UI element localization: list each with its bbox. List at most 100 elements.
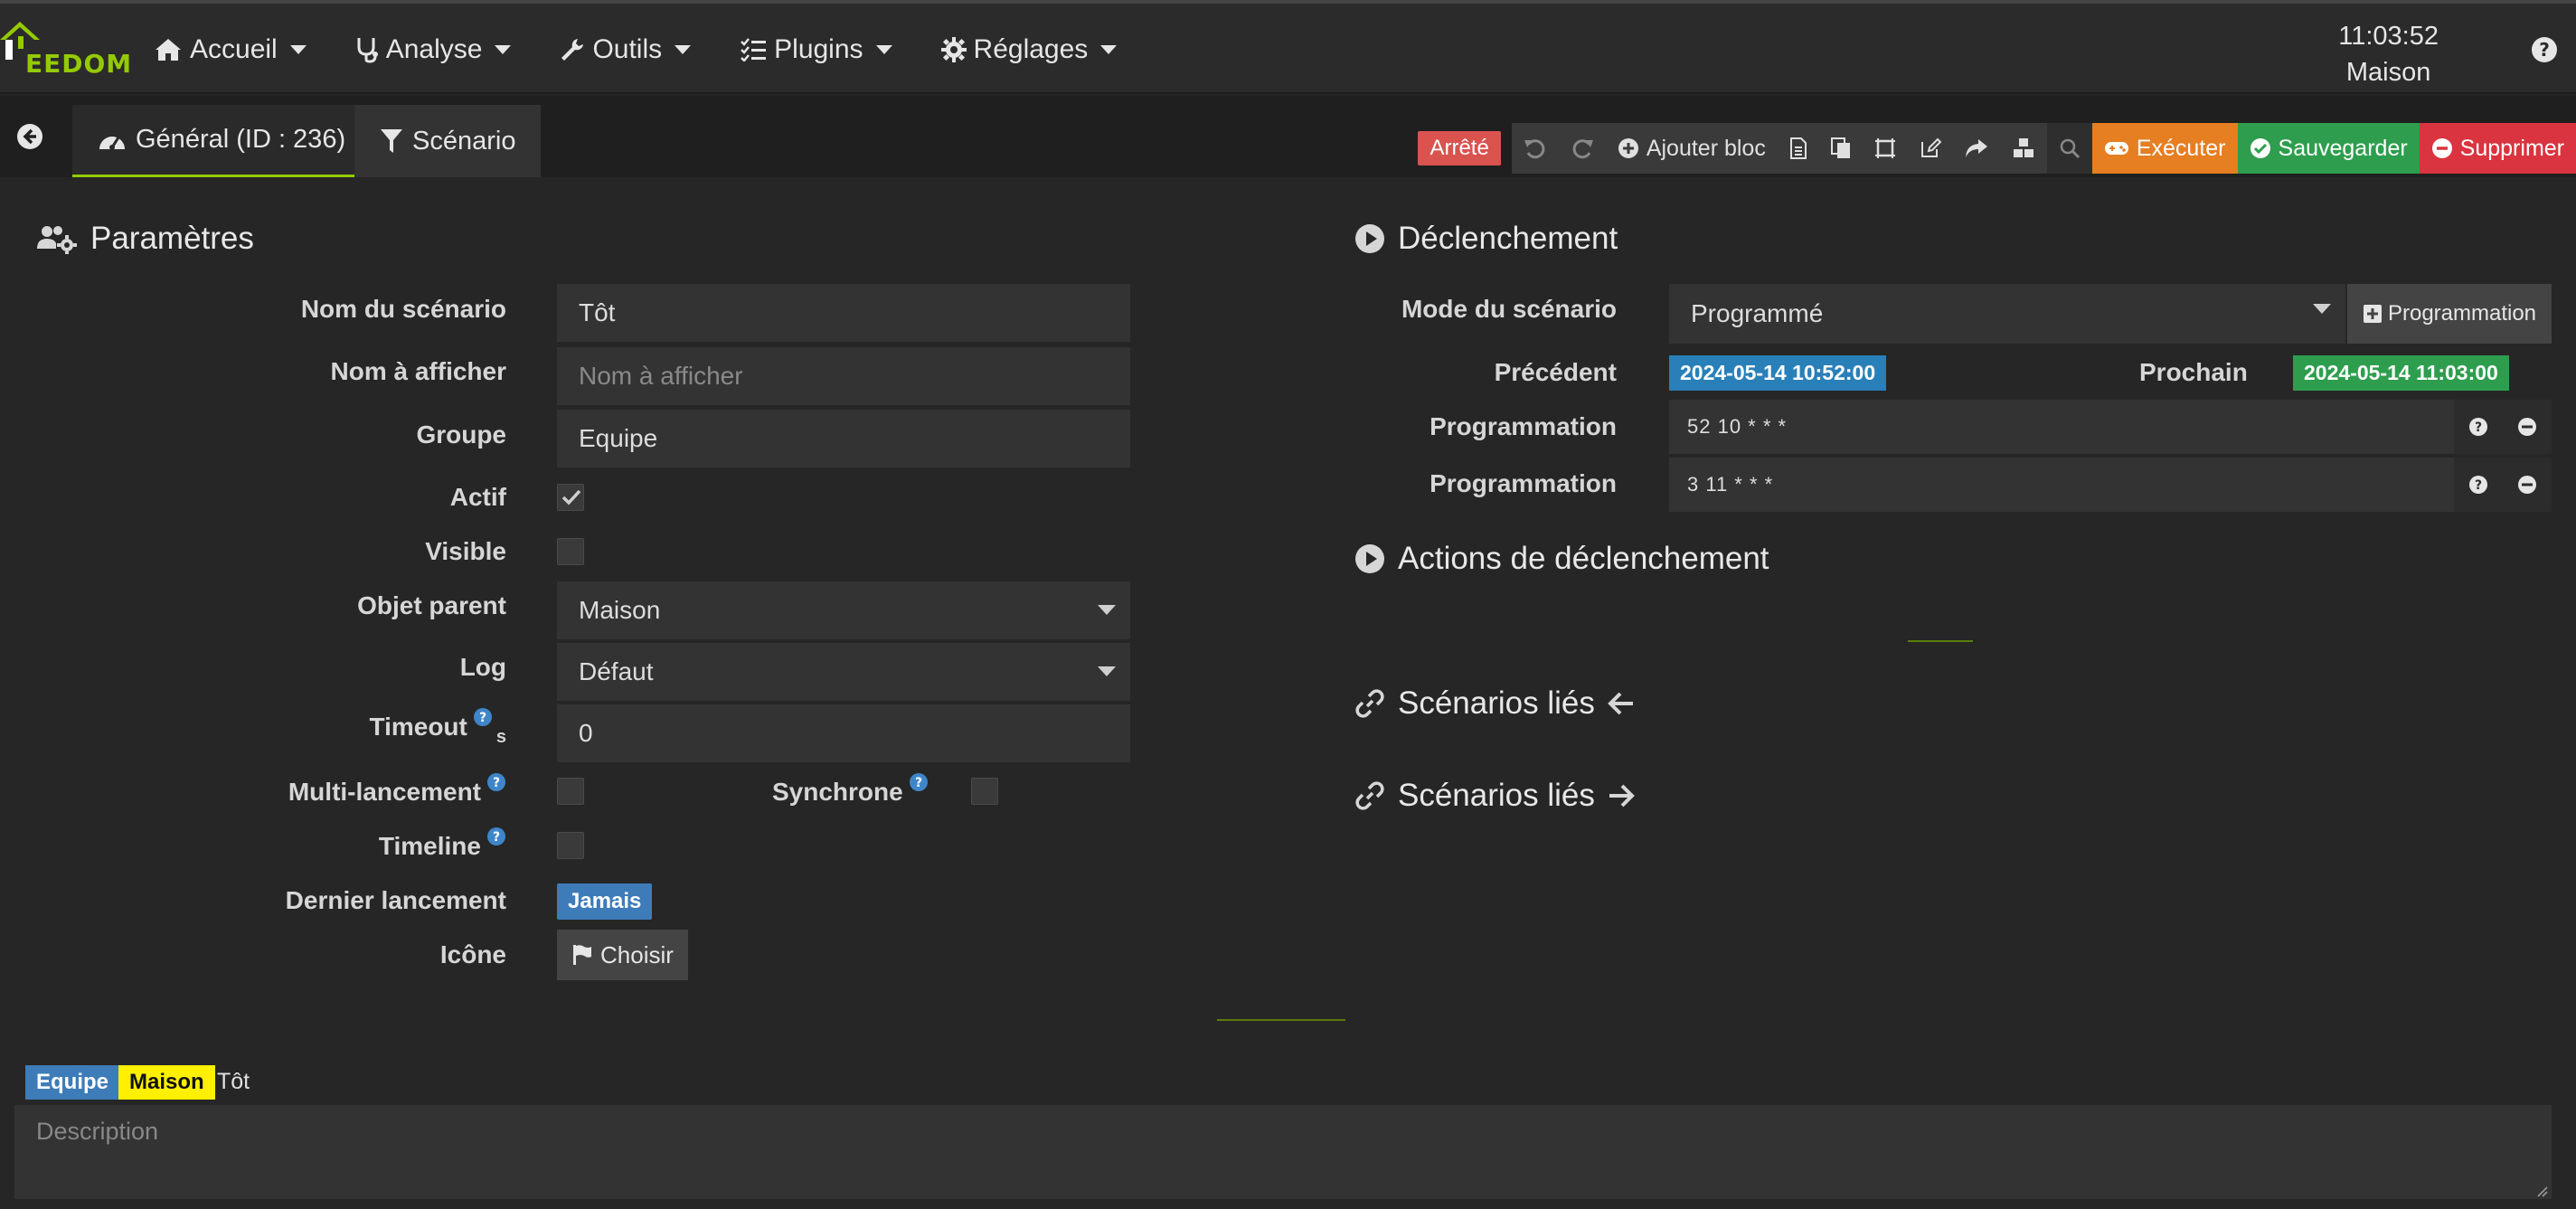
- search-group: [2046, 123, 2092, 174]
- menu-accueil[interactable]: Accueil: [154, 34, 307, 65]
- group-tag: Equipe: [25, 1065, 120, 1100]
- schedule-1-help-button[interactable]: ?: [2454, 400, 2503, 454]
- dependencies-button[interactable]: [2000, 123, 2047, 174]
- redo-button[interactable]: [1559, 123, 1606, 174]
- linked-out-title: Scénarios liés: [1398, 778, 1595, 813]
- group-input[interactable]: [557, 410, 1130, 468]
- choose-icon-label: Choisir: [600, 940, 674, 968]
- execute-button[interactable]: Exécuter: [2091, 123, 2238, 174]
- logs-button[interactable]: [1778, 123, 1819, 174]
- schedule-1-input[interactable]: 52 10 * * *: [1669, 415, 2454, 439]
- visible-checkbox[interactable]: [557, 538, 584, 565]
- last-run-badge: Jamais: [557, 883, 653, 920]
- search-button[interactable]: [2047, 123, 2092, 174]
- timeline-checkbox[interactable]: [557, 832, 584, 859]
- scenario-name-input[interactable]: [557, 284, 1130, 342]
- template-button[interactable]: [1863, 123, 1908, 174]
- multi-launch-help-icon[interactable]: ?: [486, 772, 506, 792]
- svg-text:?: ?: [2475, 420, 2482, 435]
- chevron-down-icon: [495, 45, 512, 54]
- tachometer-icon: [99, 136, 125, 150]
- menu-reglages[interactable]: Réglages: [940, 34, 1118, 65]
- menu-plugins[interactable]: Plugins: [740, 34, 892, 65]
- chevron-down-icon: [1100, 45, 1118, 54]
- scenario-mode-value: Programmé: [1691, 299, 1824, 327]
- tab-bar: Général (ID : 236) Scénario Arrêté Ajout…: [0, 96, 2576, 177]
- display-name-input[interactable]: [557, 347, 1130, 405]
- tab-scenario[interactable]: Scénario: [354, 105, 542, 177]
- timeout-input[interactable]: [557, 704, 1130, 762]
- log-value: Défaut: [579, 657, 654, 685]
- sync-label: Synchrone: [772, 778, 903, 806]
- export-button[interactable]: [1953, 123, 2000, 174]
- wrench-icon: [561, 39, 584, 61]
- scenario-name-label: Nom du scénario: [300, 295, 506, 323]
- jeedom-logo[interactable]: EEDOM: [0, 20, 131, 80]
- timeline-label-group: Timeline?: [379, 827, 506, 861]
- scenario-mode-select[interactable]: Programmé: [1669, 284, 2345, 344]
- users-cog-icon: [37, 226, 77, 254]
- template-icon: [1874, 138, 1895, 158]
- parent-object-select[interactable]: Maison: [557, 581, 1130, 639]
- minus-circle-icon: [2431, 138, 2452, 158]
- timeline-help-icon[interactable]: ?: [486, 826, 506, 846]
- arrow-circle-left-icon: [17, 124, 42, 149]
- tab-general[interactable]: Général (ID : 236): [72, 105, 372, 177]
- params-title: Paramètres: [90, 221, 254, 256]
- home-icon: [156, 39, 181, 61]
- multi-launch-label: Multi-lancement: [288, 778, 481, 806]
- menu-analyse[interactable]: Analyse: [355, 34, 512, 65]
- svg-text:?: ?: [493, 776, 500, 790]
- schedule-1-remove-button[interactable]: [2503, 400, 2552, 454]
- description-textarea[interactable]: [14, 1105, 2552, 1199]
- chevron-down-icon: [1098, 605, 1116, 615]
- next-date-badge: 2024-05-14 11:03:00: [2293, 355, 2509, 391]
- question-circle-icon: ?: [2532, 37, 2557, 62]
- timeout-label-group: Timeout? s: [369, 708, 506, 747]
- add-block-label: Ajouter bloc: [1646, 135, 1766, 161]
- question-circle-icon: ?: [473, 708, 492, 726]
- active-checkbox[interactable]: [557, 484, 584, 511]
- schedule-2-actions: ?: [2454, 458, 2552, 512]
- edit-scenario-button[interactable]: [1908, 123, 1953, 174]
- sync-checkbox[interactable]: [971, 778, 998, 805]
- timeout-unit: s: [495, 727, 506, 747]
- scenario-toolbar: Arrêté Ajouter bloc Exécuter Sauvegarder…: [1418, 123, 2576, 174]
- sync-help-icon[interactable]: ?: [909, 772, 929, 792]
- menu-plugins-label: Plugins: [774, 34, 863, 64]
- resize-grip-icon[interactable]: [2535, 1185, 2548, 1197]
- schedule-2-remove-button[interactable]: [2503, 458, 2552, 512]
- check-circle-icon: [2250, 138, 2270, 158]
- trigger-actions-section-title: Actions de déclenchement: [1354, 541, 1769, 577]
- menu-outils[interactable]: Outils: [560, 34, 692, 65]
- active-label: Actif: [449, 483, 506, 511]
- parent-object-value: Maison: [579, 596, 661, 624]
- add-block-button[interactable]: Ajouter bloc: [1606, 123, 1778, 174]
- clock-location: Maison: [2345, 58, 2431, 87]
- undo-button[interactable]: [1512, 123, 1559, 174]
- tab-general-label: Général (ID : 236): [136, 125, 346, 154]
- delete-button[interactable]: Supprimer: [2419, 123, 2576, 174]
- params-section-title: Paramètres: [36, 221, 254, 257]
- question-circle-icon: ?: [909, 773, 928, 791]
- group-label: Groupe: [416, 420, 506, 449]
- schedule-2-input[interactable]: 3 11 * * *: [1669, 473, 2454, 496]
- log-select[interactable]: Défaut: [557, 643, 1130, 701]
- question-circle-icon: ?: [2469, 418, 2487, 436]
- schedule-1-row: 52 10 * * * ?: [1669, 400, 2552, 454]
- link-icon: [1355, 781, 1384, 810]
- save-button[interactable]: Sauvegarder: [2237, 123, 2420, 174]
- duplicate-button[interactable]: [1819, 123, 1863, 174]
- timeout-help-icon[interactable]: ?: [473, 707, 493, 727]
- add-programming-button[interactable]: Programmation: [2347, 284, 2552, 344]
- logo-text: EEDOM: [25, 49, 133, 79]
- menu-analyse-label: Analyse: [385, 34, 483, 64]
- arrow-left-icon: [1608, 692, 1633, 715]
- schedule-2-help-button[interactable]: ?: [2454, 458, 2503, 512]
- back-button[interactable]: [16, 123, 43, 150]
- share-icon: [1965, 139, 1987, 157]
- status-badge: Arrêté: [1418, 131, 1501, 165]
- help-button[interactable]: ?: [2531, 36, 2558, 63]
- choose-icon-button[interactable]: Choisir: [557, 930, 688, 980]
- multi-launch-checkbox[interactable]: [557, 778, 584, 805]
